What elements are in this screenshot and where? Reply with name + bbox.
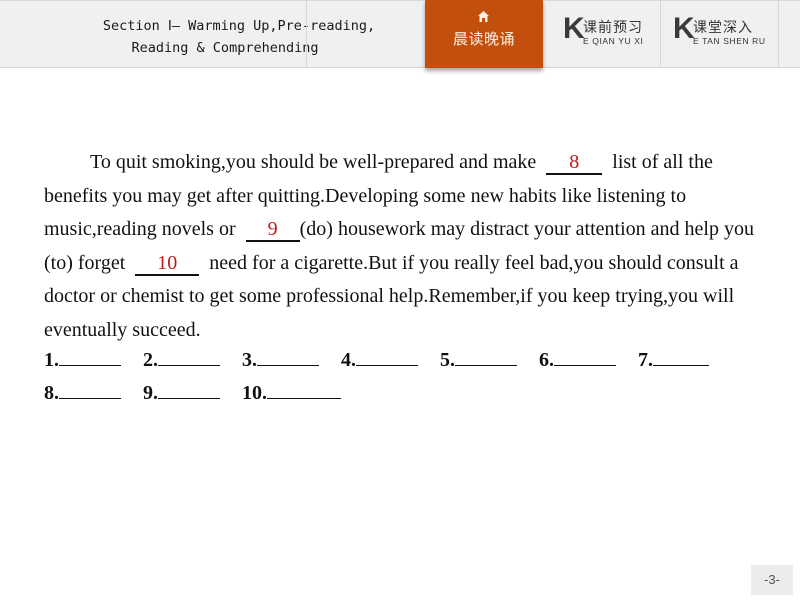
page-number: -3- (751, 565, 793, 595)
blank-8: 8 (546, 151, 603, 175)
tab-pinyin: E QIAN YU XI (583, 36, 644, 46)
header-divider (778, 0, 779, 68)
blank-9: 9 (245, 218, 300, 242)
section-title-line1: Section Ⅰ— Warming Up,Pre-reading, (102, 18, 376, 34)
passage: To quit smoking,you should be well-prepa… (44, 146, 764, 347)
answer-item[interactable]: 3. (242, 349, 319, 372)
tab-in-class[interactable]: K 课堂深入 E TAN SHEN RU (661, 0, 778, 68)
answer-item[interactable]: 1. (44, 349, 121, 372)
passage-paragraph: To quit smoking,you should be well-prepa… (44, 146, 764, 347)
home-icon (478, 11, 489, 22)
tab-label: 课堂深入 (693, 20, 753, 36)
tab-morning-reading[interactable]: 晨读晚诵 (425, 0, 543, 68)
answer-item[interactable]: 9. (143, 382, 220, 405)
answer-item[interactable]: 7. (638, 349, 709, 372)
tab-label: 课前预习 (583, 20, 643, 36)
answer-item[interactable]: 8. (44, 382, 121, 405)
tab-pinyin: E TAN SHEN RU (693, 36, 766, 46)
tab-preview[interactable]: K 课前预习 E QIAN YU XI (543, 0, 660, 68)
k-logo-icon: K (563, 12, 585, 45)
passage-text: To quit smoking,you should be well-prepa… (90, 151, 537, 173)
header-bar: Section Ⅰ— Warming Up,Pre-reading, Readi… (0, 0, 800, 68)
answer-item[interactable]: 5. (440, 349, 517, 372)
answer-item[interactable]: 2. (143, 349, 220, 372)
section-title-line2: Reading & Comprehending (131, 40, 319, 56)
answer-row: 8. 9. 10. (44, 382, 709, 415)
answer-item[interactable]: 6. (539, 349, 616, 372)
answer-item[interactable]: 4. (341, 349, 418, 372)
answer-blanks: 1. 2. 3. 4. 5. 6. 7. 8. 9. 10. (44, 349, 709, 415)
section-title: Section Ⅰ— Warming Up,Pre-reading, Readi… (0, 15, 450, 59)
tab-label: 晨读晚诵 (452, 30, 515, 48)
blank-10: 10 (135, 252, 200, 276)
answer-item[interactable]: 10. (242, 382, 341, 405)
answer-row: 1. 2. 3. 4. 5. 6. 7. (44, 349, 709, 382)
header-divider (306, 0, 307, 68)
k-logo-icon: K (673, 12, 695, 45)
